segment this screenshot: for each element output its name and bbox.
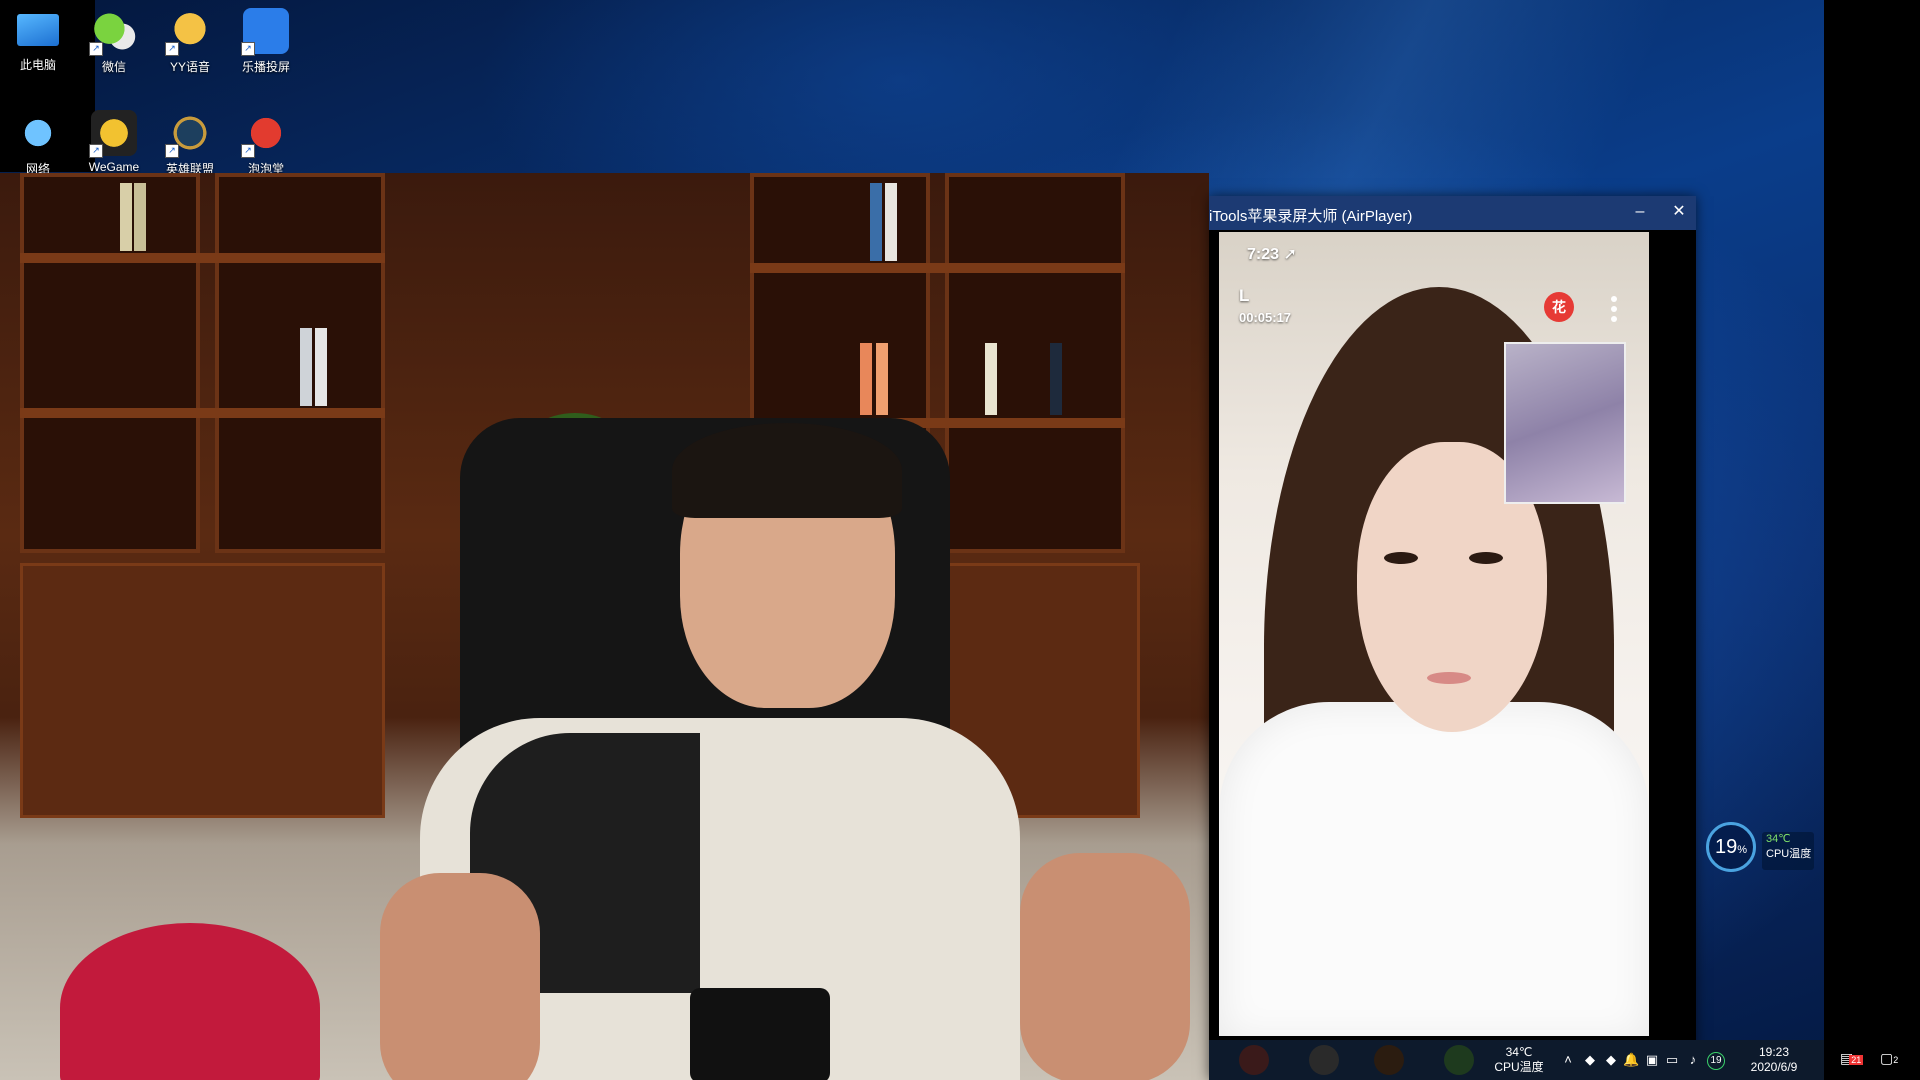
desktop-icon-label: 此电脑: [19, 58, 56, 72]
close-button[interactable]: ✕: [1662, 198, 1696, 226]
desktop-icon-wechat[interactable]: ↗ 微信: [76, 8, 152, 75]
book: [860, 343, 872, 415]
book: [315, 328, 327, 406]
book: [134, 183, 146, 251]
tray-app-icon[interactable]: ◆: [1582, 1052, 1598, 1068]
volume-icon[interactable]: ♪: [1685, 1052, 1701, 1068]
cpu-usage-ring[interactable]: 19%: [1706, 822, 1756, 872]
yy-icon: ↗: [165, 8, 213, 56]
taskbar-app-icon[interactable]: [1239, 1045, 1269, 1075]
gift-badge-icon[interactable]: 花: [1544, 292, 1574, 322]
shelf-board: [20, 408, 385, 418]
tray-cpu-temp: 34℃: [1505, 1045, 1533, 1059]
caller-eye: [1469, 552, 1503, 564]
tray-badge-icon[interactable]: 19: [1707, 1052, 1725, 1070]
desktop-icon-wegame[interactable]: ↗ WeGame: [76, 110, 152, 174]
chevron-up-icon[interactable]: ˄: [1560, 1052, 1576, 1068]
desktop-icon-paopaotang[interactable]: ↗ 泡泡堂: [228, 110, 304, 177]
book: [985, 343, 997, 415]
cpu-temperature: 34℃: [1766, 833, 1791, 845]
caller-lips: [1427, 672, 1471, 684]
taskbar-app-icon[interactable]: [1444, 1045, 1474, 1075]
bookshelf: [945, 173, 1125, 553]
book: [876, 343, 888, 415]
book: [300, 328, 312, 406]
action-center-icon[interactable]: ▢2: [1880, 1050, 1898, 1067]
person-hair: [672, 423, 902, 518]
cpu-temp-label: CPU温度: [1766, 848, 1812, 860]
shelf-board: [20, 253, 385, 263]
paopaotang-icon: ↗: [241, 110, 289, 158]
cpu-temp-panel: 34℃ CPU温度: [1762, 832, 1814, 870]
taskbar: 34℃ CPU温度 ˄ ◆ ◆ 🔔 ▣ ▭ ♪ 19 19:23 2020/6/…: [1209, 1040, 1824, 1080]
book: [885, 183, 897, 261]
desktop-icon-label: WeGame: [88, 160, 140, 174]
network-tray-icon[interactable]: ▭: [1664, 1052, 1680, 1068]
person-arm: [380, 873, 540, 1080]
action-center-count: 2: [1893, 1055, 1899, 1065]
notifications-icon[interactable]: ▤21: [1840, 1050, 1864, 1067]
lol-icon: ↗: [165, 110, 213, 158]
shelf-board: [750, 263, 1125, 273]
airplayer-titlebar[interactable]: iTools苹果录屏大师 (AirPlayer) – ✕: [1209, 196, 1696, 230]
cabinet: [20, 563, 385, 818]
desktop-icon-lol[interactable]: ↗ 英雄联盟: [152, 110, 228, 177]
clock[interactable]: 19:23 2020/6/9: [1729, 1045, 1819, 1075]
network-icon: [15, 110, 61, 156]
mirrored-phone-screen: 7:23 ➚ L 00:05:17 花: [1219, 232, 1649, 1036]
wechat-icon: ↗: [89, 8, 137, 56]
clock-time: 19:23: [1758, 1045, 1790, 1059]
book: [120, 183, 132, 251]
red-stool: [60, 923, 320, 1080]
minimize-button[interactable]: –: [1623, 198, 1657, 226]
window-title: iTools苹果录屏大师 (AirPlayer): [1209, 208, 1413, 225]
webcam-feed: [0, 173, 1209, 1080]
tray-cpu-readout[interactable]: 34℃ CPU温度: [1484, 1045, 1554, 1075]
tray-cpu-label: CPU温度: [1494, 1060, 1544, 1074]
caller-blouse: [1219, 702, 1649, 1036]
airplayer-window[interactable]: iTools苹果录屏大师 (AirPlayer) – ✕ 7:23 ➚ L 00…: [1209, 196, 1696, 1080]
desktop-icon-label: YY语音: [169, 60, 210, 74]
phone-clock: 7:23 ➚: [1247, 246, 1297, 263]
handheld-phone: [690, 988, 830, 1080]
call-duration: 00:05:17: [1239, 310, 1292, 325]
computer-icon: [17, 14, 59, 46]
lebo-icon: ↗: [241, 8, 289, 56]
caller-initial: L: [1239, 286, 1250, 305]
desktop-icon-label: 乐播投屏: [241, 60, 290, 74]
notification-count: 21: [1849, 1055, 1864, 1065]
desktop-icon-lebo[interactable]: ↗ 乐播投屏: [228, 8, 304, 75]
screen-edge-bar: [1824, 0, 1920, 1080]
book: [1050, 343, 1062, 415]
taskbar-app-icon[interactable]: [1374, 1045, 1404, 1075]
cpu-usage-unit: %: [1737, 844, 1748, 856]
person-arm: [1020, 853, 1190, 1080]
cpu-usage-value: 19: [1714, 836, 1738, 858]
bell-icon[interactable]: 🔔: [1623, 1052, 1639, 1068]
wegame-icon: ↗: [89, 110, 137, 158]
tray-app-icon[interactable]: ▣: [1644, 1052, 1660, 1068]
self-view-pip[interactable]: [1504, 342, 1626, 504]
caller-eye: [1384, 552, 1418, 564]
tray-app-icon[interactable]: ◆: [1603, 1052, 1619, 1068]
book: [870, 183, 882, 261]
desktop-icon-label: 微信: [101, 60, 126, 74]
desktop-icon-yy[interactable]: ↗ YY语音: [152, 8, 228, 75]
clock-date: 2020/6/9: [1750, 1060, 1798, 1074]
more-options-icon[interactable]: [1611, 296, 1617, 326]
taskbar-app-icon[interactable]: [1309, 1045, 1339, 1075]
desktop-icon-network[interactable]: 网络: [0, 110, 76, 177]
bookshelf: [20, 173, 200, 553]
desktop-icon-this-pc[interactable]: 此电脑: [0, 8, 76, 73]
